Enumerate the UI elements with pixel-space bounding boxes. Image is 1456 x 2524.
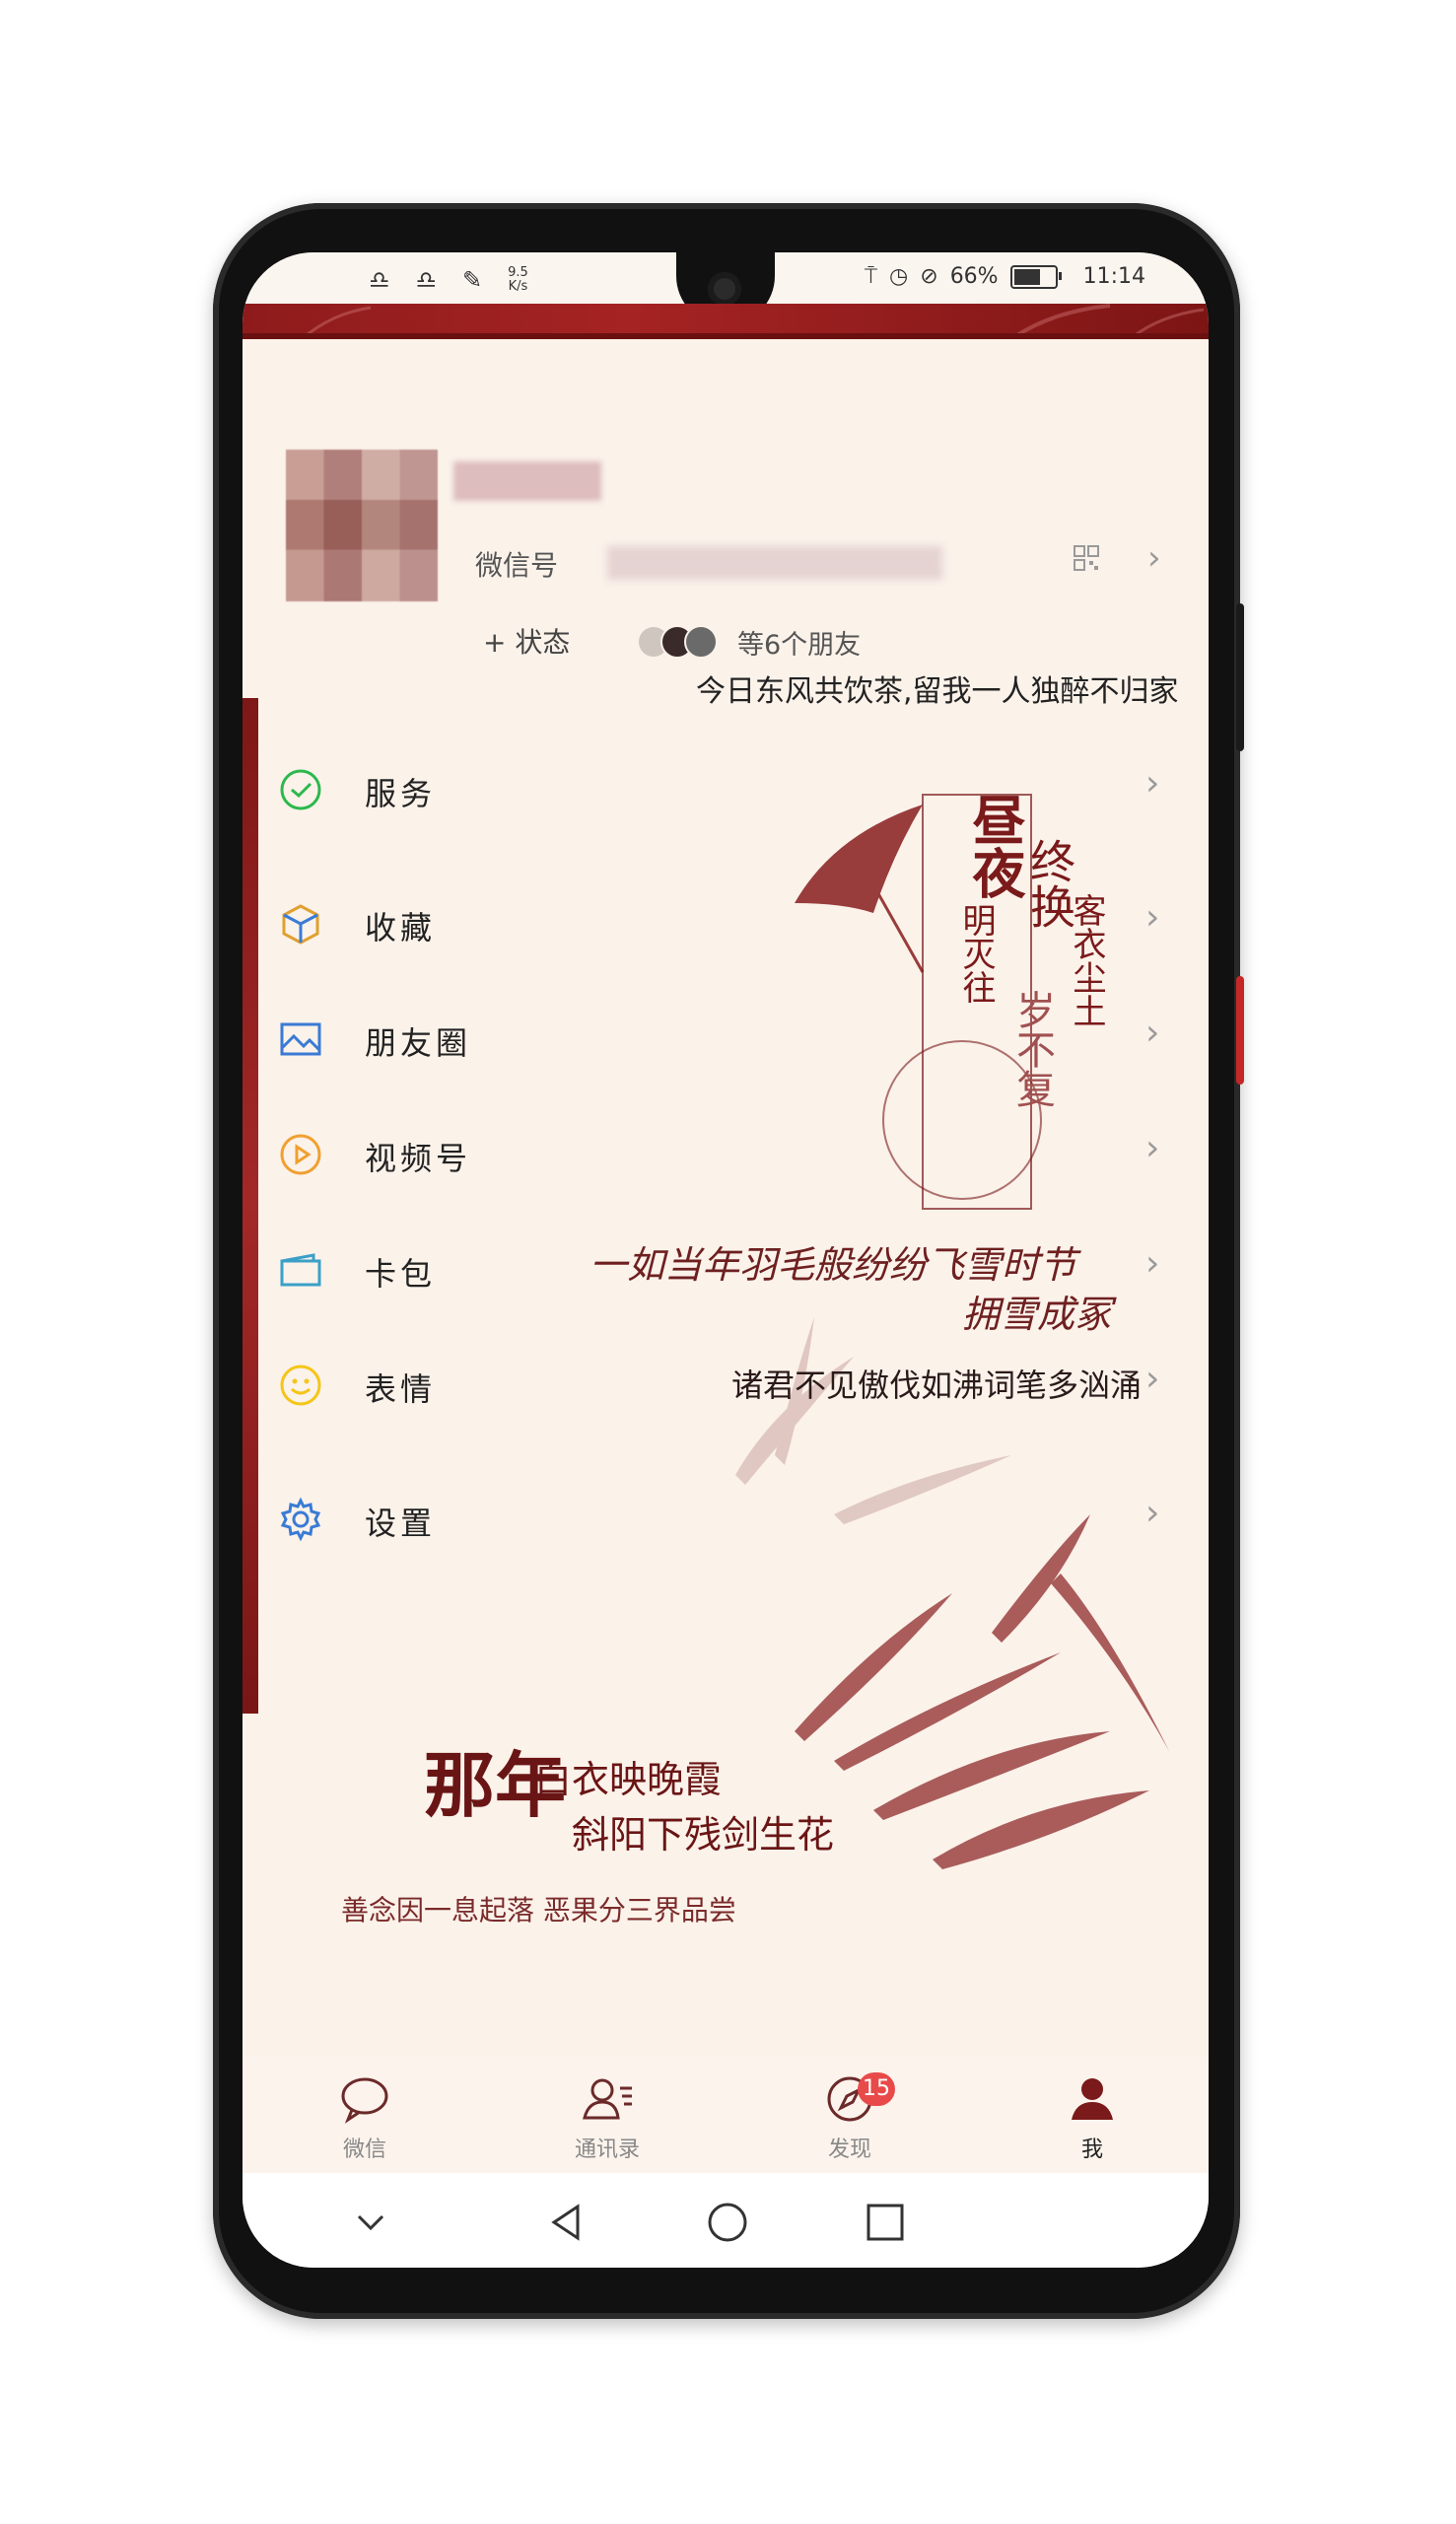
menu-item-cards[interactable]: 卡包 › — [243, 1229, 1209, 1308]
nfc-icon: ⊘ — [920, 264, 938, 289]
chevron-right-icon: › — [1145, 1493, 1160, 1533]
tab-chats[interactable]: 微信 — [286, 2070, 444, 2163]
decorative-red-strip — [243, 698, 258, 1714]
tab-me[interactable]: 我 — [1013, 2070, 1171, 2163]
net-speed-unit: K/s — [508, 279, 528, 294]
chevron-right-icon: › — [1145, 1359, 1160, 1399]
menu-item-moments[interactable]: 朋友圈 › — [243, 999, 1209, 1078]
nav-hide-icon[interactable] — [341, 2193, 400, 2252]
chat-bubble-icon — [341, 2077, 388, 2124]
tab-label: 我 — [1080, 2138, 1103, 2162]
battery-fill — [1013, 268, 1040, 285]
chevron-right-icon: › — [1145, 897, 1160, 938]
chevron-right-icon: › — [1145, 763, 1160, 804]
clock: 11:14 — [1082, 264, 1145, 289]
profile-motto: 今日东风共饮茶,留我一人独醉不归家 — [696, 674, 1179, 709]
chevron-right-icon: › — [1145, 1128, 1160, 1168]
favorites-cube-icon — [282, 904, 319, 945]
tab-label: 通讯录 — [574, 2138, 640, 2162]
menu-item-label: 卡包 — [365, 1255, 437, 1293]
discover-badge: 15 — [858, 2072, 895, 2106]
nickname-blurred[interactable] — [453, 461, 601, 501]
avatar[interactable] — [286, 450, 438, 601]
phone-screen: ♎ ♎ ✎ 9.5 K/s ⍑ ◷ ⊘ 66% 11:14 微信号 › + 状态… — [243, 252, 1209, 2268]
verse-line: 善念因一息起落 恶果分三界品尝 — [341, 1894, 736, 1927]
person-icon — [1072, 2078, 1113, 2120]
sticker-smile-icon — [280, 1365, 321, 1406]
nav-recents-icon[interactable] — [856, 2193, 915, 2252]
status-right-icons: ⍑ ◷ ⊘ 66% 11:14 — [865, 264, 1145, 289]
chevron-right-icon: › — [1145, 1243, 1160, 1284]
friends-status-text[interactable]: 等6个朋友 — [737, 623, 861, 662]
moments-picture-icon — [280, 1022, 321, 1056]
menu-item-label: 朋友圈 — [365, 1024, 472, 1062]
tab-label: 微信 — [342, 2138, 386, 2162]
banner-bamboo-pattern — [301, 304, 1205, 339]
tab-contacts[interactable]: 通讯录 — [528, 2070, 686, 2163]
nav-back-icon[interactable] — [538, 2193, 597, 2252]
menu-item-label: 设置 — [365, 1505, 437, 1542]
signal-icon: ⍑ — [864, 264, 878, 289]
nav-home-icon[interactable] — [698, 2193, 757, 2252]
menu-item-label: 视频号 — [365, 1140, 472, 1177]
add-status-button[interactable]: + 状态 — [483, 621, 570, 661]
menu-item-favorites[interactable]: 收藏 › — [243, 883, 1209, 962]
system-nav-bar — [243, 2173, 1209, 2268]
friends-avatars[interactable] — [637, 625, 718, 659]
front-camera — [708, 272, 741, 306]
battery-percent: 66% — [949, 264, 999, 289]
contacts-icon — [583, 2078, 632, 2120]
channels-play-icon — [280, 1134, 321, 1175]
menu-item-stickers[interactable]: 表情 › — [243, 1345, 1209, 1424]
menu-item-label: 服务 — [365, 775, 437, 812]
net-speed: 9.5 K/s — [508, 266, 528, 294]
notification-icon: ✎ — [462, 266, 483, 294]
battery-icon — [1009, 264, 1062, 289]
verse-line: 斜阳下残剑生花 — [572, 1813, 835, 1857]
bottom-tab-bar: 微信 通讯录 15 发现 我 — [243, 2057, 1209, 2173]
power-button — [1236, 603, 1244, 751]
menu-item-settings[interactable]: 设置 › — [243, 1479, 1209, 1558]
card-wallet-icon — [280, 1253, 321, 1287]
tab-label: 发现 — [827, 2138, 871, 2162]
service-icon — [280, 769, 321, 810]
status-left-icons: ♎ ♎ ✎ 9.5 K/s — [369, 266, 528, 295]
profile-chevron-icon[interactable]: › — [1147, 538, 1161, 578]
qr-code-icon[interactable] — [1073, 544, 1100, 572]
notification-icon: ♎ — [415, 266, 438, 294]
alarm-icon: ◷ — [889, 264, 909, 289]
wechat-id-label: 微信号 — [475, 549, 559, 582]
bamboo-art — [795, 1514, 1169, 1869]
net-speed-value: 9.5 — [508, 265, 528, 280]
friend-avatar — [684, 625, 718, 659]
theme-banner — [243, 304, 1209, 339]
menu-item-channels[interactable]: 视频号 › — [243, 1114, 1209, 1193]
volume-button — [1236, 976, 1244, 1085]
verse-line: 白衣映晚霞 — [534, 1758, 723, 1801]
notification-icon: ♎ — [369, 266, 390, 294]
menu-item-services[interactable]: 服务 › — [243, 749, 1209, 828]
wechat-id-blurred — [607, 546, 942, 580]
tab-discover[interactable]: 15 发现 — [771, 2070, 929, 2163]
chevron-right-icon: › — [1145, 1013, 1160, 1053]
menu-item-label: 收藏 — [365, 909, 437, 946]
settings-gear-icon — [280, 1497, 321, 1542]
menu-item-label: 表情 — [365, 1370, 437, 1408]
